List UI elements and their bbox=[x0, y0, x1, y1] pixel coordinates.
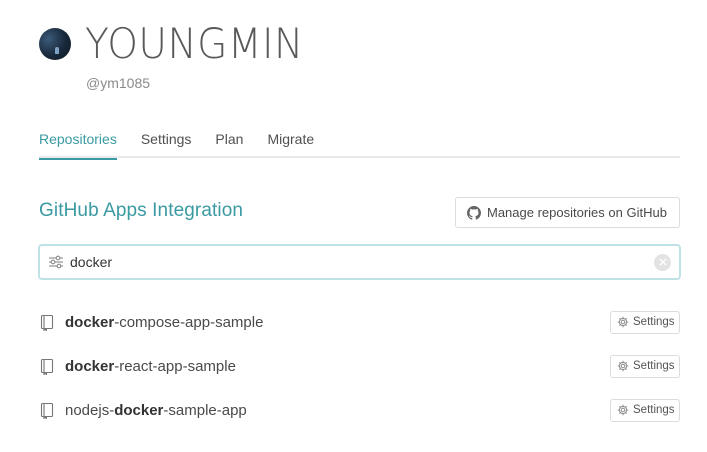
repository-name[interactable]: docker-compose-app-sample bbox=[65, 314, 263, 331]
repository-settings-button[interactable]: Settings bbox=[610, 398, 680, 422]
repository-name[interactable]: nodejs-docker-sample-app bbox=[65, 402, 247, 419]
repository-list: docker-compose-app-sample Settings docke… bbox=[39, 300, 680, 432]
repository-row: nodejs-docker-sample-app Settings bbox=[39, 388, 680, 432]
gear-icon bbox=[617, 360, 629, 372]
repository-settings-button[interactable]: Settings bbox=[610, 354, 680, 378]
search-input[interactable] bbox=[70, 250, 654, 274]
tab-repositories[interactable]: Repositories bbox=[39, 126, 117, 160]
repository-settings-button[interactable]: Settings bbox=[610, 310, 680, 334]
profile-display-name: YOUNGMIN bbox=[85, 19, 304, 68]
repo-book-icon bbox=[39, 314, 55, 331]
github-icon bbox=[467, 205, 481, 220]
manage-repositories-label: Manage repositories on GitHub bbox=[487, 205, 667, 220]
avatar[interactable] bbox=[39, 28, 71, 60]
manage-repositories-button[interactable]: Manage repositories on GitHub bbox=[455, 197, 680, 228]
repository-row: docker-compose-app-sample Settings bbox=[39, 300, 680, 344]
section-title: GitHub Apps Integration bbox=[39, 200, 244, 221]
repository-search bbox=[38, 244, 681, 280]
repo-book-icon bbox=[39, 358, 55, 375]
tab-migrate[interactable]: Migrate bbox=[267, 126, 314, 158]
tab-plan[interactable]: Plan bbox=[215, 126, 243, 158]
repository-row: docker-react-app-sample Settings bbox=[39, 344, 680, 388]
profile-username: @ym1085 bbox=[86, 75, 151, 91]
repository-name[interactable]: docker-react-app-sample bbox=[65, 358, 236, 375]
clear-search-icon[interactable] bbox=[654, 253, 671, 271]
filter-sliders-icon bbox=[48, 254, 64, 270]
tab-bar: Repositories Settings Plan Migrate bbox=[39, 126, 680, 160]
tab-settings[interactable]: Settings bbox=[141, 126, 192, 158]
gear-icon bbox=[617, 316, 629, 328]
gear-icon bbox=[617, 404, 629, 416]
profile-header: YOUNGMIN bbox=[39, 22, 320, 66]
repo-book-icon bbox=[39, 402, 55, 419]
